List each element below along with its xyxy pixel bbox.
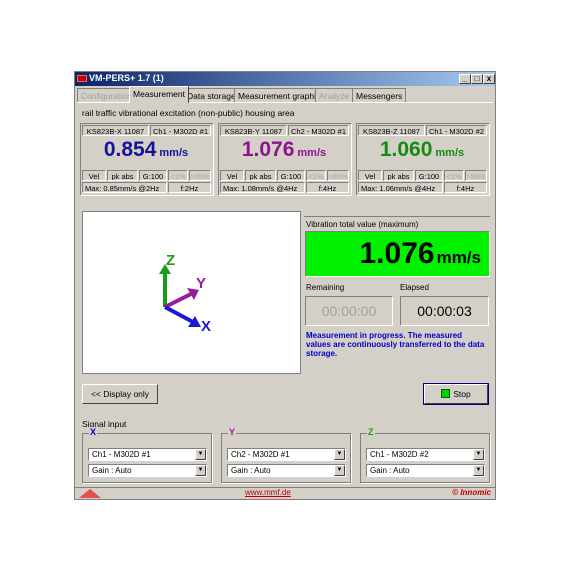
peak-label: pk abs [383, 170, 414, 181]
z-axis-label: Z [166, 252, 175, 269]
gain-select[interactable]: Gain : Auto ▼ [88, 464, 207, 477]
tab-data-storage[interactable]: Data storage [183, 88, 240, 102]
chevron-down-icon[interactable]: ▼ [473, 465, 484, 476]
peak-label: pk abs [245, 170, 276, 181]
stop-indicator-icon [441, 389, 451, 398]
title-bar[interactable]: VM-PERS+ 1.7 (1) _ □ x [75, 72, 495, 86]
axis-3d-view: Z Y X [82, 211, 301, 374]
channel-value: 1.060 mm/s [357, 138, 487, 168]
website-link[interactable]: www.mmf.de [245, 488, 291, 497]
channel-value-number: 1.060 [379, 138, 433, 161]
channel-label: Ch1 - M302D #1 [150, 125, 211, 136]
chevron-down-icon[interactable]: ▼ [195, 465, 206, 476]
elapsed-timer: 00:00:03 [400, 296, 489, 326]
channel-label: Ch1 - M302D #2 [426, 125, 487, 136]
channel-panel-y: KS823B-Y 11087 Ch2 - M302D #1 1.076 mm/s … [218, 123, 352, 196]
signal-group-z: Z Ch1 - M302D #2 ▼ Gain : Auto ▼ [360, 427, 490, 483]
remaining-label: Remaining [306, 283, 345, 292]
stop-button-label: Stop [453, 389, 471, 399]
channel-value-number: 0.854 [103, 138, 157, 161]
tab-messengers[interactable]: Messengers [352, 88, 407, 102]
channel-select[interactable]: Ch1 - M302D #1 ▼ [88, 448, 207, 461]
gain-label: G:100 [277, 170, 305, 181]
company-logo-icon [79, 489, 101, 498]
window-title: VM-PERS+ 1.7 (1) [89, 73, 164, 83]
total-value-unit: mm/s [436, 248, 481, 267]
display-only-button[interactable]: << Display only [82, 384, 158, 404]
range-high-indicator: >95% [465, 170, 487, 181]
mode-label: Vel [82, 170, 106, 181]
remaining-timer: 00:00:00 [305, 296, 393, 326]
signal-group-axis-label: Z [367, 427, 375, 437]
range-high-indicator: >95% [189, 170, 211, 181]
tab-measurement[interactable]: Measurement [129, 86, 189, 103]
channel-panel-x: KS823B-X 11087 Ch1 - M302D #1 0.854 mm/s … [80, 123, 214, 196]
frequency-label: f:4Hz [444, 182, 487, 193]
elapsed-label: Elapsed [400, 283, 429, 292]
sensor-label: KS823B-X 11087 [82, 125, 149, 136]
minimize-button[interactable]: _ [459, 74, 471, 84]
tab-measurement-graphic[interactable]: Measurement graphic [234, 88, 325, 102]
frequency-label: f:4Hz [306, 182, 349, 193]
peak-label: pk abs [107, 170, 138, 181]
channel-value: 0.854 mm/s [81, 138, 211, 168]
gain-label: G:100 [139, 170, 167, 181]
signal-group-axis-label: X [89, 427, 98, 437]
close-button[interactable]: x [483, 74, 495, 84]
app-logo-icon [77, 75, 87, 82]
y-axis-arrow [164, 288, 199, 309]
signal-group-x: X Ch1 - M302D #1 ▼ Gain : Auto ▼ [82, 427, 212, 483]
channel-value-unit: mm/s [435, 147, 465, 159]
brand-label: © Innomic [452, 488, 491, 497]
chevron-down-icon[interactable]: ▼ [473, 449, 484, 460]
max-value-label: Max: 1.08mm/s @4Hz [220, 182, 305, 193]
total-value-display: 1.076 mm/s [305, 231, 490, 277]
chevron-down-icon[interactable]: ▼ [334, 465, 345, 476]
chevron-down-icon[interactable]: ▼ [334, 449, 345, 460]
channel-value-unit: mm/s [297, 147, 327, 159]
y-axis-label: Y [196, 275, 206, 292]
channel-select[interactable]: Ch1 - M302D #2 ▼ [366, 448, 485, 461]
max-value-label: Max: 0.85mm/s @2Hz [82, 182, 167, 193]
max-value-label: Max: 1.06mm/s @4Hz [358, 182, 443, 193]
gain-label: G:100 [415, 170, 443, 181]
status-message: Measurement in progress. The measured va… [306, 331, 485, 358]
sensor-label: KS823B-Y 11087 [220, 125, 287, 136]
total-value-number: 1.076 [359, 237, 435, 270]
signal-group-axis-label: Y [228, 427, 237, 437]
channel-value-number: 1.076 [241, 138, 295, 161]
footer-bar: www.mmf.de © Innomic [75, 487, 495, 499]
mode-label: Vel [358, 170, 382, 181]
mode-label: Vel [220, 170, 244, 181]
gain-select[interactable]: Gain : Auto ▼ [227, 464, 346, 477]
axis-3d-icon: Z Y X [159, 252, 211, 335]
sensor-label: KS823B-Z 11087 [358, 125, 425, 136]
z-axis-arrow [159, 264, 171, 307]
range-low-indicator: <1% [444, 170, 464, 181]
chevron-down-icon[interactable]: ▼ [195, 449, 206, 460]
range-high-indicator: >95% [327, 170, 349, 181]
x-axis-label: X [201, 318, 211, 335]
app-window: VM-PERS+ 1.7 (1) _ □ x Configuration Mea… [74, 71, 496, 500]
channel-value-unit: mm/s [159, 147, 189, 159]
channel-select[interactable]: Ch2 - M302D #1 ▼ [227, 448, 346, 461]
channel-label: Ch2 - M302D #1 [288, 125, 349, 136]
signal-group-y: Y Ch2 - M302D #1 ▼ Gain : Auto ▼ [221, 427, 351, 483]
gain-select[interactable]: Gain : Auto ▼ [366, 464, 485, 477]
frequency-label: f:2Hz [168, 182, 211, 193]
range-low-indicator: <1% [168, 170, 188, 181]
tab-analyze: Analyze [315, 88, 354, 102]
tab-configuration: Configuration [77, 88, 136, 102]
channel-value: 1.076 mm/s [219, 138, 349, 168]
maximize-button[interactable]: □ [471, 74, 483, 84]
total-value-label: Vibration total value (maximum) [306, 220, 419, 229]
x-axis-arrow [164, 305, 201, 327]
range-low-indicator: <1% [306, 170, 326, 181]
channel-panel-z: KS823B-Z 11087 Ch1 - M302D #2 1.060 mm/s … [356, 123, 490, 196]
stop-button[interactable]: Stop [423, 383, 489, 405]
measurement-description: rail traffic vibrational excitation (non… [82, 108, 295, 118]
